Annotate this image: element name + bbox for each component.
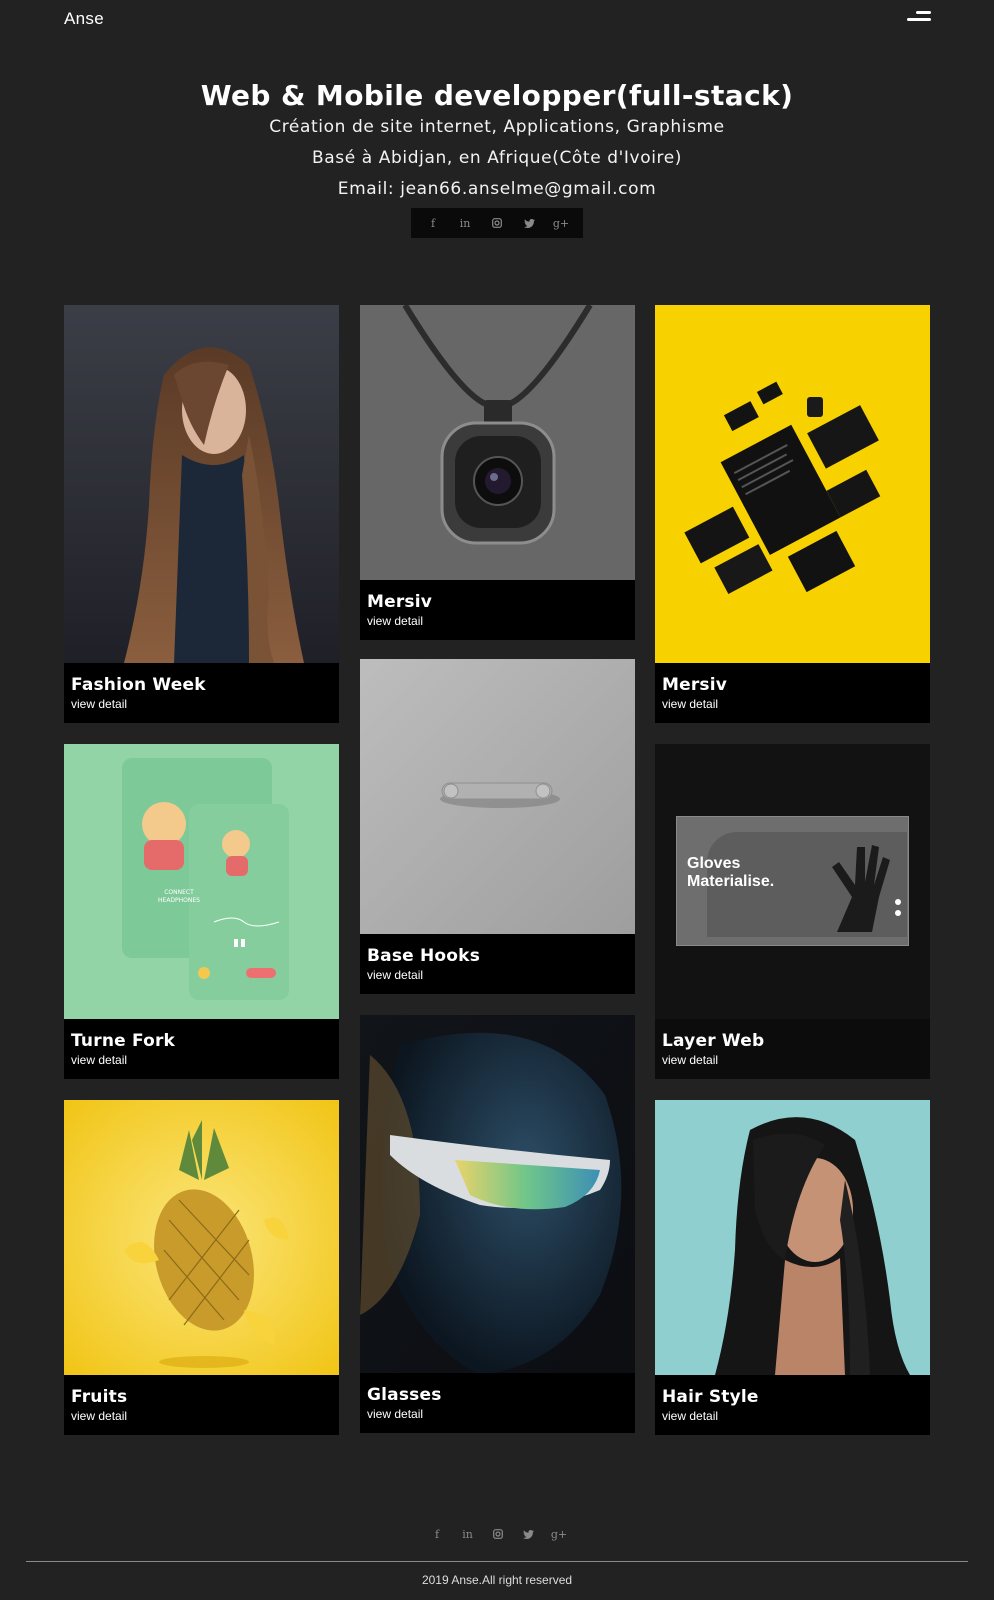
portfolio-card-turne-fork[interactable]: CONNECT HEADPHONES Turne Fork view detai… xyxy=(64,744,339,1079)
card-caption: Fruits view detail xyxy=(64,1375,339,1435)
card-title[interactable]: Glasses xyxy=(367,1385,628,1405)
card-title[interactable]: Mersiv xyxy=(367,592,628,612)
view-detail-link[interactable]: view detail xyxy=(662,696,923,712)
portfolio-card-base-hooks[interactable]: Base Hooks view detail xyxy=(360,659,635,994)
menu-line xyxy=(916,11,931,14)
layer-web-image: Gloves Materialise. xyxy=(655,744,930,1019)
card-title[interactable]: Fruits xyxy=(71,1387,332,1407)
fashion-week-image xyxy=(64,305,339,663)
view-detail-link[interactable]: view detail xyxy=(71,1408,332,1424)
card-title[interactable]: Fashion Week xyxy=(71,675,332,695)
view-detail-link[interactable]: view detail xyxy=(662,1052,923,1068)
view-detail-link[interactable]: view detail xyxy=(367,1406,628,1422)
portfolio-card-mersiv-camera[interactable]: Mersiv view detail xyxy=(360,305,635,640)
card-caption: Layer Web view detail xyxy=(655,1019,930,1079)
portfolio-card-layer-web[interactable]: Gloves Materialise. Layer Web view detai… xyxy=(655,744,930,1079)
card-caption: Fashion Week view detail xyxy=(64,663,339,723)
view-detail-link[interactable]: view detail xyxy=(367,967,628,983)
hero-subtitle: Création de site internet, Applications,… xyxy=(269,117,725,137)
footer-divider xyxy=(26,1561,968,1562)
page-title: Web & Mobile developper(full-stack) xyxy=(200,79,794,112)
twitter-icon[interactable] xyxy=(520,218,538,228)
glasses-image xyxy=(360,1015,635,1433)
fruits-image xyxy=(64,1100,339,1375)
google-plus-icon[interactable]: g+ xyxy=(550,1528,568,1541)
view-detail-link[interactable]: view detail xyxy=(71,696,332,712)
card-caption: Mersiv view detail xyxy=(360,580,635,640)
menu-line xyxy=(907,18,931,21)
card-caption: Mersiv view detail xyxy=(655,663,930,723)
card-caption: Turne Fork view detail xyxy=(64,1019,339,1079)
instagram-icon[interactable] xyxy=(489,1529,507,1539)
copyright-text: 2019 Anse.All right reserved xyxy=(421,1573,573,1587)
portfolio-card-fruits[interactable]: Fruits view detail xyxy=(64,1100,339,1435)
portfolio-card-fashion-week[interactable]: Fashion Week view detail xyxy=(64,305,339,723)
view-detail-link[interactable]: view detail xyxy=(367,613,628,629)
twitter-icon[interactable] xyxy=(520,1529,538,1539)
mersiv-camera-image xyxy=(360,305,635,580)
card-title[interactable]: Mersiv xyxy=(662,675,923,695)
facebook-icon[interactable]: f xyxy=(424,217,442,230)
social-links: f in g+ xyxy=(411,208,583,238)
linkedin-icon[interactable]: in xyxy=(459,1528,477,1541)
linkedin-icon[interactable]: in xyxy=(456,217,474,230)
hero-email[interactable]: Email: jean66.anselme@gmail.com xyxy=(0,174,994,205)
site-logo[interactable]: Anse xyxy=(64,9,104,29)
mockup-line: Materialise. xyxy=(687,873,775,890)
top-bar: Anse xyxy=(0,0,994,40)
hero-section: Web & Mobile developper(full-stack) Créa… xyxy=(0,78,994,205)
view-detail-link[interactable]: view detail xyxy=(662,1408,923,1424)
mockup-line: Gloves xyxy=(687,855,741,872)
svg-text:HEADPHONES: HEADPHONES xyxy=(158,897,200,904)
card-title[interactable]: Base Hooks xyxy=(367,946,628,966)
portfolio-card-hair-style[interactable]: Hair Style view detail xyxy=(655,1100,930,1435)
card-caption: Base Hooks view detail xyxy=(360,934,635,994)
base-hooks-image xyxy=(360,659,635,934)
portfolio-card-mersiv-branding[interactable]: Mersiv view detail xyxy=(655,305,930,723)
card-title[interactable]: Layer Web xyxy=(662,1031,923,1051)
card-caption: Hair Style view detail xyxy=(655,1375,930,1435)
facebook-icon[interactable]: f xyxy=(428,1528,446,1541)
footer-social-links: f in g+ xyxy=(428,1524,568,1544)
card-title[interactable]: Hair Style xyxy=(662,1387,923,1407)
card-title[interactable]: Turne Fork xyxy=(71,1031,332,1051)
mersiv-branding-image xyxy=(655,305,930,663)
card-caption: Glasses view detail xyxy=(360,1373,635,1433)
mockup-headline: Gloves Materialise. xyxy=(687,855,774,891)
instagram-icon[interactable] xyxy=(488,218,506,228)
hamburger-menu-icon[interactable] xyxy=(907,8,931,24)
svg-text:CONNECT: CONNECT xyxy=(164,889,194,896)
portfolio-card-glasses[interactable]: Glasses view detail xyxy=(360,1015,635,1433)
google-plus-icon[interactable]: g+ xyxy=(552,217,570,230)
turne-fork-image: CONNECT HEADPHONES xyxy=(64,744,339,1019)
hero-location: Basé à Abidjan, en Afrique(Côte d'Ivoire… xyxy=(311,148,683,168)
hair-style-image xyxy=(655,1100,930,1375)
website-mockup: Gloves Materialise. xyxy=(676,816,909,946)
view-detail-link[interactable]: view detail xyxy=(71,1052,332,1068)
